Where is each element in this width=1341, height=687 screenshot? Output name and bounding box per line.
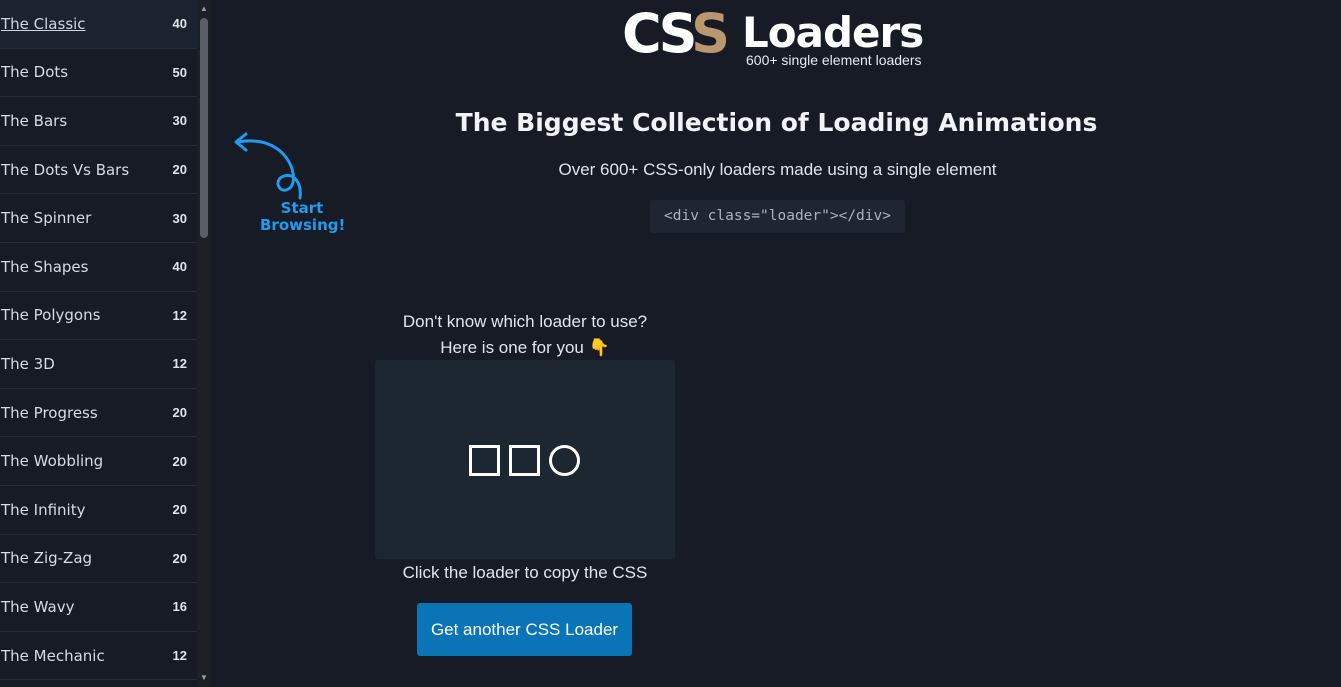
sidebar-item-count: 20: [172, 405, 187, 421]
sidebar-item-label: The 3D: [1, 354, 55, 373]
start-browsing-line2: Browsing!: [260, 216, 346, 234]
sidebar-item-the-infinity[interactable]: The Infinity 20: [0, 486, 197, 535]
sidebar-item-the-wobbling[interactable]: The Wobbling 20: [0, 437, 197, 486]
scroll-up-icon[interactable]: ▲: [197, 2, 211, 16]
sidebar-item-the-dots-vs-bars[interactable]: The Dots Vs Bars 20: [0, 146, 197, 195]
sidebar-item-label: The Dots Vs Bars: [1, 160, 130, 179]
sidebar-item-count: 30: [172, 113, 187, 129]
random-loader-question: Don't know which loader to use?: [402, 312, 648, 331]
start-browsing-hint: Start Browsing!: [232, 128, 346, 238]
sidebar-item-count: 30: [172, 210, 187, 226]
sidebar-item-count: 12: [172, 356, 187, 372]
sidebar-item-count: 12: [172, 648, 187, 664]
sidebar-item-label: The Spinner: [1, 209, 92, 228]
start-browsing-line1: Start: [280, 199, 324, 217]
random-loader-preview[interactable]: [375, 360, 675, 559]
random-loader-intro: Here is one for you 👇: [440, 338, 610, 357]
loader-circle-shape: [549, 445, 580, 476]
sidebar-item-count: 16: [172, 599, 187, 615]
sidebar-item-label: The Wobbling: [1, 452, 104, 471]
main-content: CSS Loaders 600+ single element loaders …: [212, 0, 1341, 687]
sidebar-item-count: 20: [172, 550, 187, 566]
sidebar-item-the-bars[interactable]: The Bars 30: [0, 97, 197, 146]
sidebar-item-count: 40: [172, 259, 187, 275]
sidebar-item-the-classic[interactable]: The Classic 40: [0, 0, 197, 49]
sidebar-item-the-spinner[interactable]: The Spinner 30: [0, 194, 197, 243]
loader-category-sidebar: The Classic 40 The Dots 50 The Bars 30 T…: [0, 0, 197, 687]
code-snippet: <div class="loader"></div>: [650, 200, 905, 233]
site-logo[interactable]: CSS Loaders 600+ single element loaders: [622, 2, 952, 70]
loader-square-shape: [469, 445, 500, 476]
page-title: The Biggest Collection of Loading Animat…: [455, 108, 1098, 137]
sidebar-item-label: The Mechanic: [1, 646, 105, 665]
sidebar-item-count: 12: [172, 307, 187, 323]
sidebar-item-the-dots[interactable]: The Dots 50: [0, 49, 197, 98]
sidebar-item-the-wavy[interactable]: The Wavy 16: [0, 583, 197, 632]
logo-wordmark: Loaders: [742, 8, 924, 57]
scrollbar-thumb[interactable]: [200, 18, 208, 238]
sidebar-item-label: The Bars: [1, 111, 68, 130]
sidebar-item-label: The Zig-Zag: [1, 549, 93, 568]
sidebar-item-label: The Infinity: [1, 500, 86, 519]
curved-arrow-icon: [234, 132, 302, 200]
page-subtitle: Over 600+ CSS-only loaders made using a …: [558, 160, 997, 179]
sidebar-item-label: The Dots: [1, 63, 69, 82]
sidebar-item-the-3d[interactable]: The 3D 12: [0, 340, 197, 389]
sidebar-item-label: The Shapes: [1, 257, 89, 276]
sidebar-item-count: 20: [172, 453, 187, 469]
logo-css-mark: CSS: [622, 2, 730, 65]
sidebar-item-count: 40: [172, 16, 187, 32]
sidebar-item-the-zig-zag[interactable]: The Zig-Zag 20: [0, 535, 197, 584]
sidebar-item-count: 20: [172, 162, 187, 178]
sidebar-scrollbar[interactable]: ▲ ▼: [197, 0, 211, 687]
sidebar-item-count: 50: [172, 64, 187, 80]
sidebar-item-label: The Polygons: [1, 306, 101, 325]
sidebar-item-the-shapes[interactable]: The Shapes 40: [0, 243, 197, 292]
copy-css-hint: Click the loader to copy the CSS: [402, 563, 648, 582]
sidebar-item-label: The Wavy: [1, 597, 75, 616]
logo-tagline: 600+ single element loaders: [746, 52, 922, 68]
sidebar-item-label: The Progress: [1, 403, 98, 422]
sidebar-item-the-mechanic[interactable]: The Mechanic 12: [0, 632, 197, 681]
sidebar-item-count: 20: [172, 502, 187, 518]
sidebar-item-the-progress[interactable]: The Progress 20: [0, 389, 197, 438]
sidebar-item-the-polygons[interactable]: The Polygons 12: [0, 292, 197, 341]
loader-square-shape: [509, 445, 540, 476]
scroll-down-icon[interactable]: ▼: [197, 671, 211, 685]
start-browsing-text: Start Browsing!: [260, 199, 346, 234]
get-another-loader-button[interactable]: Get another CSS Loader: [417, 603, 632, 656]
sidebar-item-label: The Classic: [1, 14, 86, 33]
